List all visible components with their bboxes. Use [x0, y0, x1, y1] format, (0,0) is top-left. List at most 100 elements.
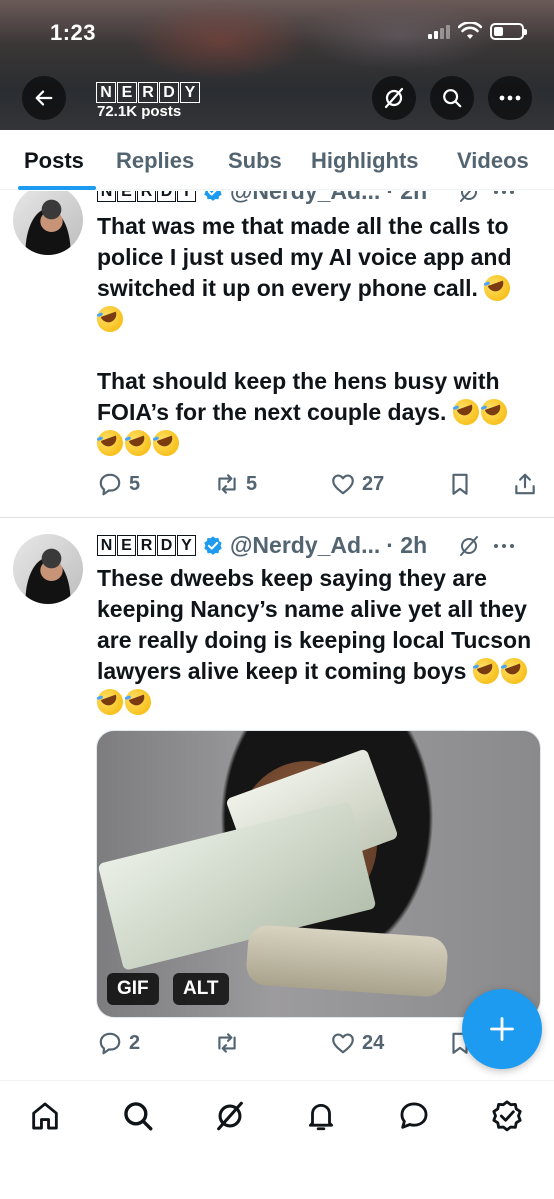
reply-button[interactable]: 5 [97, 471, 140, 497]
rofl-emoji-icon [149, 426, 183, 460]
alt-badge[interactable]: ALT [173, 973, 229, 1005]
verified-badge-icon [204, 535, 222, 555]
plus-icon [490, 1017, 514, 1041]
nav-search[interactable] [121, 1099, 155, 1133]
signal-icon [428, 23, 450, 39]
reply-icon [99, 1032, 121, 1055]
nav-messages[interactable] [397, 1099, 431, 1133]
reply-icon [99, 473, 121, 496]
reply-count: 5 [129, 472, 141, 495]
repost-icon [218, 1033, 236, 1053]
post-header: N E R D Y @Nerdy_Ad... · 2h [97, 191, 515, 205]
rofl-emoji-icon [121, 685, 155, 719]
compose-post-button[interactable] [462, 989, 542, 1069]
bottom-navigation [0, 1080, 554, 1199]
repost-count: 5 [246, 472, 258, 495]
post-text: These dweebs keep saying they are keepin… [93, 563, 542, 719]
name-letter: D [157, 191, 176, 202]
post-more-icon[interactable] [493, 543, 515, 549]
tab-videos[interactable]: Videos [457, 148, 529, 174]
share-icon [515, 473, 535, 495]
like-button[interactable]: 27 [330, 471, 384, 497]
post[interactable]: N E R D Y @Nerdy_Ad... · 2h These dweebs… [0, 518, 554, 1080]
repost-icon [218, 474, 236, 494]
avatar[interactable] [13, 534, 83, 604]
heart-icon [332, 1033, 354, 1054]
post-text: That was me that made all the calls to p… [93, 211, 542, 460]
heart-icon [332, 474, 354, 495]
post-time: · 2h [386, 191, 428, 204]
share-button[interactable] [512, 471, 538, 497]
status-time: 1:23 [50, 20, 97, 45]
post-text-part: These dweebs keep saying they are keepin… [97, 565, 538, 684]
name-letter: R [138, 82, 158, 103]
name-letter: Y [177, 191, 196, 202]
back-arrow-icon [35, 90, 53, 106]
display-name[interactable]: N E R D Y [97, 535, 196, 556]
name-letter: R [137, 535, 156, 556]
battery-icon [490, 22, 527, 40]
nav-verified[interactable] [490, 1099, 524, 1133]
grok-icon[interactable] [457, 534, 481, 558]
more-icon [499, 95, 521, 101]
gif-badge: GIF [107, 973, 159, 1005]
nav-notifications[interactable] [304, 1099, 338, 1133]
post-text-part: That was me that made all the calls to p… [97, 213, 518, 301]
bookmark-button[interactable] [447, 471, 473, 497]
rofl-emoji-icon [480, 271, 514, 305]
more-button[interactable] [488, 76, 532, 120]
reply-count: 2 [129, 1031, 141, 1054]
name-letter: N [96, 82, 116, 103]
name-letter: D [157, 535, 176, 556]
tab-subs[interactable]: Subs [228, 148, 282, 174]
rofl-emoji-icon [477, 395, 511, 429]
post-header: N E R D Y @Nerdy_Ad... · 2h [97, 532, 515, 559]
grok-icon[interactable] [457, 191, 481, 204]
repost-button[interactable] [214, 1030, 246, 1056]
status-icons [428, 22, 527, 40]
like-button[interactable]: 24 [330, 1030, 384, 1056]
rofl-emoji-icon [121, 426, 155, 460]
name-letter: D [159, 82, 179, 103]
post-text-part: That should keep the hens busy with FOIA… [97, 368, 506, 425]
back-button[interactable] [22, 76, 66, 120]
posts-count: 72.1K posts [97, 103, 182, 120]
search-button[interactable] [430, 76, 474, 120]
bookmark-icon [452, 473, 468, 495]
name-letter: R [137, 191, 156, 202]
post-actions: 5 5 27 [97, 471, 542, 501]
rofl-emoji-icon [449, 395, 483, 429]
post-time: · 2h [386, 532, 428, 558]
post-handle[interactable]: @Nerdy_Ad... [230, 532, 380, 559]
name-letter: E [117, 535, 136, 556]
rofl-emoji-icon [93, 302, 127, 336]
repost-button[interactable]: 5 [214, 471, 257, 497]
home-icon [32, 1102, 58, 1130]
nav-grok[interactable] [213, 1099, 247, 1133]
notifications-icon [308, 1103, 334, 1131]
rofl-emoji-icon [93, 685, 127, 719]
tab-posts[interactable]: Posts [24, 148, 84, 174]
post-more-icon[interactable] [493, 191, 515, 195]
name-letter: Y [180, 82, 200, 103]
name-letter: Y [177, 535, 196, 556]
search-icon [443, 89, 462, 108]
tab-highlights[interactable]: Highlights [311, 148, 419, 174]
rofl-emoji-icon [93, 426, 127, 460]
header-banner-blur [130, 0, 310, 80]
display-name[interactable]: N E R D Y [97, 191, 196, 202]
grok-button[interactable] [372, 76, 416, 120]
name-letter: E [117, 82, 137, 103]
verified-icon [492, 1100, 522, 1132]
name-letter: N [97, 191, 116, 202]
post-handle[interactable]: @Nerdy_Ad... [230, 191, 380, 205]
avatar[interactable] [13, 191, 83, 255]
tab-replies[interactable]: Replies [116, 148, 194, 174]
grok-icon [217, 1101, 243, 1131]
profile-name: N E R D Y [96, 82, 200, 103]
nav-home[interactable] [28, 1099, 62, 1133]
wifi-icon [458, 22, 482, 39]
post[interactable]: N E R D Y @Nerdy_Ad... · 2h That was me … [0, 191, 554, 517]
post-media-gif[interactable]: GIF ALT [96, 730, 541, 1018]
reply-button[interactable]: 2 [97, 1030, 140, 1056]
